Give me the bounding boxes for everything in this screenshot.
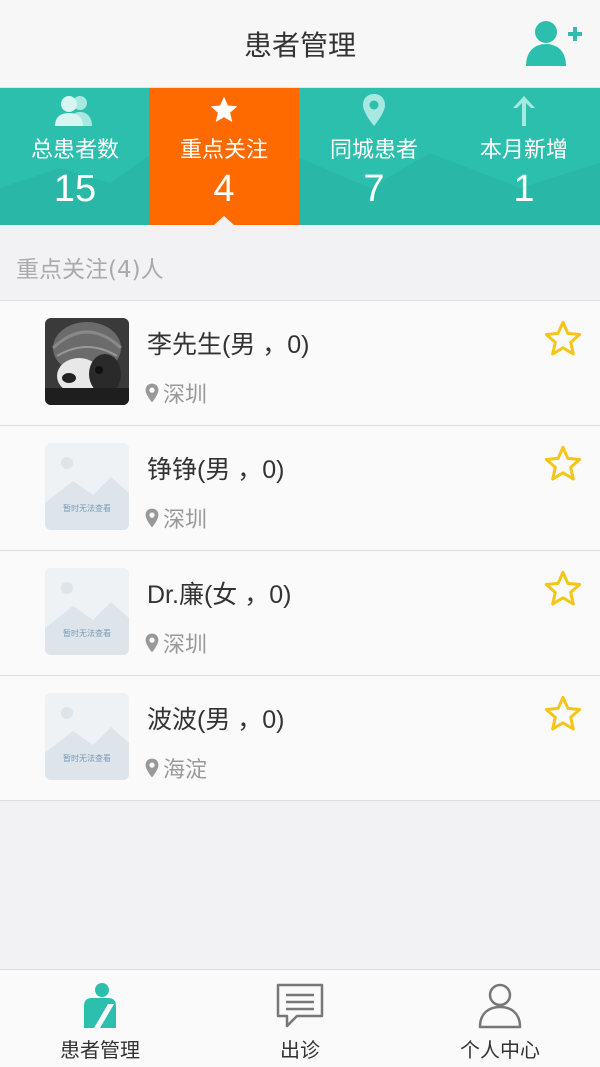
location-text: 深圳 xyxy=(163,633,208,658)
stat-value: 4 xyxy=(213,168,235,210)
star-icon[interactable] xyxy=(543,569,583,609)
patient-location: 深圳 xyxy=(145,377,207,409)
location-pin-icon xyxy=(299,94,449,126)
tab-label: 患者管理 xyxy=(60,1038,140,1062)
patient-management-icon xyxy=(0,982,200,1030)
active-indicator xyxy=(214,216,234,225)
location-text: 深圳 xyxy=(163,508,208,533)
patient-row[interactable]: 暂时无法查看 波波(男 ，0) 海淀 xyxy=(0,676,600,801)
location-pin-icon xyxy=(145,508,159,528)
placeholder-text: 暂时无法查看 xyxy=(63,754,111,763)
stats-bar: 总患者数 15 重点关注 4 同城患者 7 本月新增 1 xyxy=(0,88,600,225)
location-pin-icon xyxy=(145,383,159,403)
avatar-placeholder: 暂时无法查看 xyxy=(45,693,129,780)
patient-row[interactable]: 李先生(男 ，0) 深圳 xyxy=(0,301,600,426)
stat-value: 7 xyxy=(363,168,385,210)
person-icon xyxy=(400,982,600,1030)
star-icon[interactable] xyxy=(543,694,583,734)
stat-new-this-month[interactable]: 本月新增 1 xyxy=(449,88,599,225)
placeholder-text: 暂时无法查看 xyxy=(63,629,111,638)
stat-key-focus[interactable]: 重点关注 4 xyxy=(149,88,299,225)
app-header: 患者管理 xyxy=(0,0,600,88)
patient-location: 海淀 xyxy=(145,752,207,784)
stat-value: 1 xyxy=(513,168,535,210)
stat-total-patients[interactable]: 总患者数 15 xyxy=(0,88,150,225)
stat-value: 15 xyxy=(53,168,97,210)
stat-label: 总患者数 xyxy=(30,138,119,163)
star-icon xyxy=(149,94,299,126)
patient-row[interactable]: 暂时无法查看 Dr.廉(女 ，0) 深圳 xyxy=(0,551,600,676)
avatar-placeholder: 暂时无法查看 xyxy=(45,443,129,530)
placeholder-text: 暂时无法查看 xyxy=(63,504,111,513)
stat-label: 同城患者 xyxy=(329,138,418,163)
stat-label: 本月新增 xyxy=(479,138,568,163)
chat-icon xyxy=(200,982,400,1030)
location-pin-icon xyxy=(145,758,159,778)
patient-name: 铮铮(男 ，0) xyxy=(147,456,285,484)
avatar-placeholder: 暂时无法查看 xyxy=(45,568,129,655)
page-title: 患者管理 xyxy=(243,29,356,62)
tab-label: 出诊 xyxy=(280,1038,320,1062)
star-icon[interactable] xyxy=(543,319,583,359)
section-title: 重点关注(4)人 xyxy=(16,257,164,283)
patient-row[interactable]: 暂时无法查看 铮铮(男 ，0) 深圳 xyxy=(0,426,600,551)
avatar xyxy=(45,318,129,405)
star-icon[interactable] xyxy=(543,444,583,484)
patient-name: Dr.廉(女 ，0) xyxy=(147,581,292,609)
users-icon xyxy=(0,94,150,126)
bottom-tab-bar: 患者管理 出诊 个人中心 xyxy=(0,969,600,1067)
tab-personal-center[interactable]: 个人中心 xyxy=(400,970,600,1067)
patient-list: 李先生(男 ，0) 深圳 暂时无法查看 铮铮(男 ，0) 深圳 暂时无法查看 D… xyxy=(0,300,600,801)
tab-clinic[interactable]: 出诊 xyxy=(200,970,400,1067)
stat-same-city[interactable]: 同城患者 7 xyxy=(299,88,449,225)
location-text: 海淀 xyxy=(163,758,208,783)
tab-patient-management[interactable]: 患者管理 xyxy=(0,970,200,1067)
patient-name: 波波(男 ，0) xyxy=(147,706,285,734)
patient-name: 李先生(男 ，0) xyxy=(147,331,310,359)
location-text: 深圳 xyxy=(163,383,208,408)
patient-location: 深圳 xyxy=(145,502,207,534)
stat-label: 重点关注 xyxy=(179,138,268,163)
arrow-up-icon xyxy=(449,94,599,126)
add-user-icon[interactable] xyxy=(524,18,586,70)
location-pin-icon xyxy=(145,633,159,653)
tab-label: 个人中心 xyxy=(460,1038,540,1062)
patient-location: 深圳 xyxy=(145,627,207,659)
